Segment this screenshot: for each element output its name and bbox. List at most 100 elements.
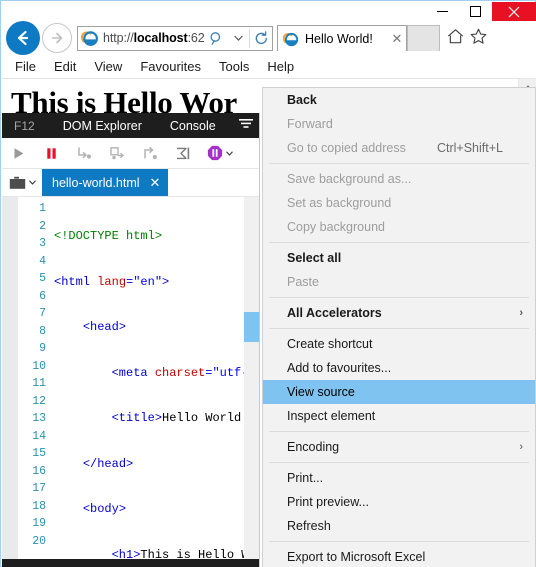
exception-icon [207,145,223,161]
back-button[interactable] [6,21,40,55]
step-into-button[interactable] [68,138,101,168]
refresh-button[interactable] [250,27,272,50]
menu-item-edit[interactable]: Edit [45,55,85,78]
close-button[interactable] [492,2,536,21]
favourites-button[interactable] [469,27,488,49]
chevron-down-icon [226,150,233,156]
devtools-status-bar [2,559,259,567]
code-scrollbar-thumb[interactable] [244,312,259,342]
devtools-overflow-menu-button[interactable] [239,116,253,134]
window-controls [426,2,536,21]
star-icon [470,28,487,44]
new-tab-button[interactable] [407,25,440,51]
menu-bar: File Edit View Favourites Tools Help [2,55,536,79]
context-menu-label: Refresh [287,519,331,533]
break-on-new-worker-button[interactable] [167,138,200,168]
code-line: </head> [82,456,134,471]
menu-item-favourites[interactable]: Favourites [131,55,210,78]
step-over-button[interactable] [101,138,134,168]
forward-arrow-icon [51,32,63,44]
home-button[interactable] [446,27,465,49]
context-menu-separator [269,541,529,542]
code-vertical-scrollbar[interactable] [244,197,259,567]
context-menu-separator [269,297,529,298]
script-file-tab[interactable]: hello-world.html ✕ [42,169,169,196]
context-menu-item-encoding[interactable]: Encoding › [263,435,535,459]
overflow-menu-icon [239,119,253,128]
break-button[interactable] [35,138,68,168]
context-menu-separator [269,163,529,164]
context-menu-label: Create shortcut [287,337,373,351]
minimize-button[interactable] [426,2,459,21]
context-menu-item-print-preview[interactable]: Print preview... [263,490,535,514]
step-out-button[interactable] [134,138,167,168]
context-menu-item-export-to-excel[interactable]: Export to Microsoft Excel [263,545,535,567]
tab-title: Hello World! [305,31,373,46]
internet-explorer-icon [282,32,299,46]
context-menu-label: Print... [287,471,324,485]
context-menu-item-back[interactable]: Back [263,88,535,112]
menu-item-view[interactable]: View [85,55,131,78]
context-menu-separator [269,462,529,463]
menu-item-help[interactable]: Help [258,55,303,78]
minimize-icon [437,11,448,12]
code-line: <!DOCTYPE html> [54,229,163,243]
browser-tab[interactable]: Hello World! ✕ [277,25,407,51]
line-number: 8 [39,324,46,338]
pause-icon [47,147,56,159]
script-picker-button[interactable] [2,169,42,196]
break-on-exceptions-button[interactable] [200,138,240,168]
line-number: 13 [32,412,46,425]
line-number: 15 [32,447,46,460]
forward-button[interactable] [42,23,72,53]
menu-item-tools[interactable]: Tools [210,55,258,78]
devtools-tab-console[interactable]: Console [170,119,216,133]
context-menu-label: Export to Microsoft Excel [287,550,426,564]
context-menu-item-all-accelerators[interactable]: All Accelerators › [263,301,535,325]
maximize-icon [470,6,481,17]
tab-close-button[interactable]: ✕ [388,31,406,47]
context-menu-separator [269,431,529,432]
devtools-tab-dom-explorer[interactable]: DOM Explorer [63,119,142,133]
context-menu-label: Back [287,93,317,107]
break-new-worker-icon [176,147,189,159]
menu-item-file[interactable]: File [6,55,45,78]
line-number: 12 [32,394,46,408]
address-bar[interactable]: http://localhost:62908 [77,25,273,51]
code-line: <title>Hello World!</title> [111,411,259,425]
line-number: 6 [39,289,46,303]
context-menu-item-go-to-copied-address: Go to copied address Ctrl+Shift+L [263,136,535,160]
context-menu-separator [269,242,529,243]
context-menu-item-select-all[interactable]: Select all [263,246,535,270]
context-menu-label: Forward [287,117,333,131]
code-text-area[interactable]: <!DOCTYPE html> <html lang="en"> <head> … [50,197,259,567]
context-menu-item-refresh[interactable]: Refresh [263,514,535,538]
debugger-toolbar [2,138,259,169]
continue-button[interactable] [2,138,35,168]
script-file-close-button[interactable]: ✕ [150,175,161,191]
line-number: 20 [32,534,46,548]
context-menu-item-copy-background: Copy background [263,215,535,239]
title-bar [2,2,536,21]
line-number: 18 [32,499,46,513]
search-button[interactable] [205,27,227,50]
step-out-icon [144,146,157,159]
context-menu-item-add-to-favourites[interactable]: Add to favourites... [263,356,535,380]
folder-icon [9,176,25,189]
context-menu-item-inspect-element[interactable]: Inspect element [263,404,535,428]
line-number: 3 [39,237,46,250]
address-dropdown-button[interactable] [227,27,249,50]
context-menu-item-paste: Paste [263,270,535,294]
context-menu-item-create-shortcut[interactable]: Create shortcut [263,332,535,356]
search-icon [209,31,220,45]
context-menu-item-view-source[interactable]: View source [263,380,535,404]
line-number: 19 [32,517,46,530]
maximize-button[interactable] [459,2,492,21]
context-menu-item-print[interactable]: Print... [263,466,535,490]
context-menu-label: Set as background [287,196,392,210]
line-number: 5 [39,272,46,285]
breakpoint-gutter[interactable] [2,197,18,567]
address-rest: :62908 [187,31,205,45]
devtools-tab-bar: F12 DOM Explorer Console [2,113,259,138]
code-line: <meta charset="utf-8"> [111,365,259,380]
